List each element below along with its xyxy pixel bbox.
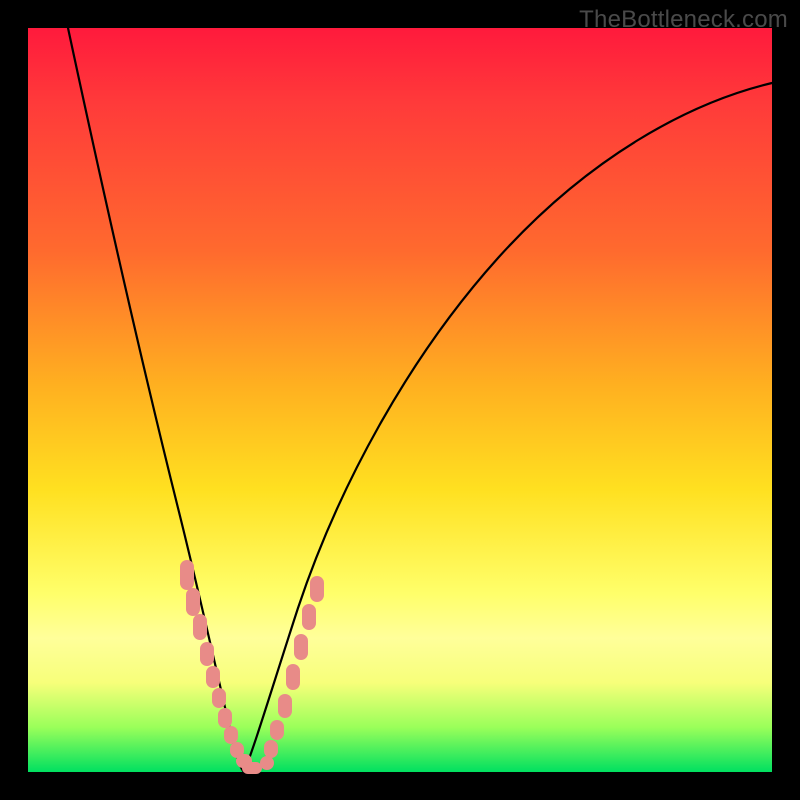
curve-left	[68, 28, 244, 772]
curve-right	[244, 83, 772, 772]
plot-area	[28, 28, 772, 772]
curve-layer	[28, 28, 772, 772]
chart-frame: TheBottleneck.com	[0, 0, 800, 800]
watermark-text: TheBottleneck.com	[579, 6, 788, 34]
